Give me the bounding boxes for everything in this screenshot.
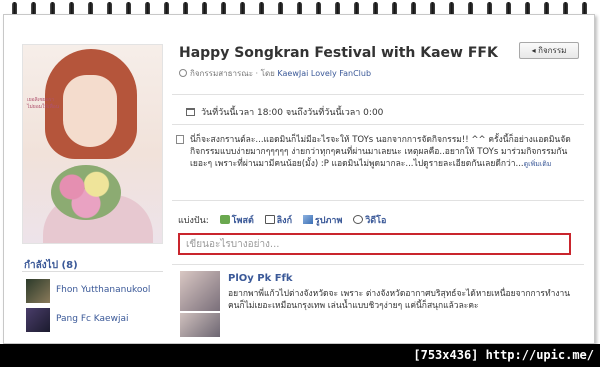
info-icon — [176, 135, 184, 144]
event-time: วันที่วันนี้เวลา 18:00 จนถึงวันที่วันนี้… — [186, 105, 383, 119]
avatar[interactable] — [26, 308, 50, 332]
event-meta: กิจกรรมสาธารณะ · โดย KaewJai Lovely FanC… — [179, 67, 371, 80]
photo-caption-line: เยอลิเซยอรา — [27, 97, 55, 103]
compose-box[interactable] — [178, 233, 571, 255]
event-title: Happy Songkran Festival with Kaew FFK — [179, 45, 498, 61]
event-photo[interactable]: เยอลิเซยอรา ไม่ยอมให้เพื่อน — [22, 44, 163, 244]
avatar[interactable] — [26, 279, 50, 303]
attendee-name[interactable]: Fhon Yutthananukool — [56, 285, 150, 295]
video-icon — [353, 215, 364, 224]
divider — [172, 200, 584, 201]
link-icon — [264, 215, 275, 224]
divider — [172, 94, 584, 95]
share-link-tab[interactable]: ลิงก์ — [264, 213, 293, 227]
share-label: แบ่งปัน: — [178, 216, 209, 226]
bottom-frame: [753x436] http://upic.me/ — [0, 344, 600, 367]
share-video-tab[interactable]: วิดีโอ — [353, 213, 386, 227]
event-time-text: วันที่วันนี้เวลา 18:00 จนถึงวันที่วันนี้… — [201, 108, 384, 118]
watermark: [753x436] http://upic.me/ — [413, 348, 594, 362]
post-text: อยากพาพี่แก้วไปต่างจังหวัดจะ เพราะ ต่างจ… — [228, 289, 571, 311]
share-photo-label: รูปภาพ — [314, 216, 343, 226]
description-text: นี่ก็จะสงกรานต์ละ...แอดมินก็ไม่มีอะไรจะใ… — [190, 135, 571, 169]
share-post-label: โพสต์ — [231, 216, 254, 226]
share-post-tab[interactable]: โพสต์ — [219, 213, 254, 227]
privacy-label: กิจกรรมสาธารณะ — [190, 69, 254, 78]
events-back-button[interactable]: ◂ กิจกรรม — [519, 42, 579, 59]
by-label: โดย — [260, 69, 275, 78]
post-author-link[interactable]: PlOy Pk Ffk — [228, 273, 293, 284]
post-icon — [219, 215, 230, 224]
compose-input[interactable] — [180, 235, 569, 253]
photo-face — [63, 75, 117, 147]
event-description: นี่ก็จะสงกรานต์ละ...แอดมินก็ไม่มีอะไรจะใ… — [176, 134, 572, 170]
photo-caption-line: ไม่ยอมให้เพื่อน — [27, 104, 60, 110]
attendee-name[interactable]: Pang Fc Kaewjai — [56, 314, 128, 324]
share-bar: แบ่งปัน: โพสต์ ลิงก์ รูปภาพ วิดีโอ — [178, 213, 386, 227]
globe-icon — [179, 69, 187, 77]
share-video-label: วิดีโอ — [365, 216, 387, 226]
avatar[interactable] — [180, 271, 220, 311]
divider — [172, 124, 584, 125]
host-link[interactable]: KaewJai Lovely FanClub — [277, 69, 371, 78]
see-more-link[interactable]: ดูเพิ่มเติม — [524, 160, 552, 168]
attendee-item[interactable]: Pang Fc Kaewjai — [26, 308, 176, 332]
avatar[interactable] — [180, 313, 220, 337]
photo-caption: เยอลิเซยอรา ไม่ยอมให้เพื่อน — [27, 97, 59, 111]
attendee-item[interactable]: Fhon Yutthananukool — [26, 279, 176, 303]
calendar-icon — [186, 108, 195, 116]
divider — [22, 271, 163, 272]
share-link-label: ลิงก์ — [276, 216, 293, 226]
divider — [172, 264, 584, 265]
share-photo-tab[interactable]: รูปภาพ — [302, 213, 343, 227]
photo-bouquet — [51, 165, 121, 220]
photo-icon — [302, 215, 313, 224]
